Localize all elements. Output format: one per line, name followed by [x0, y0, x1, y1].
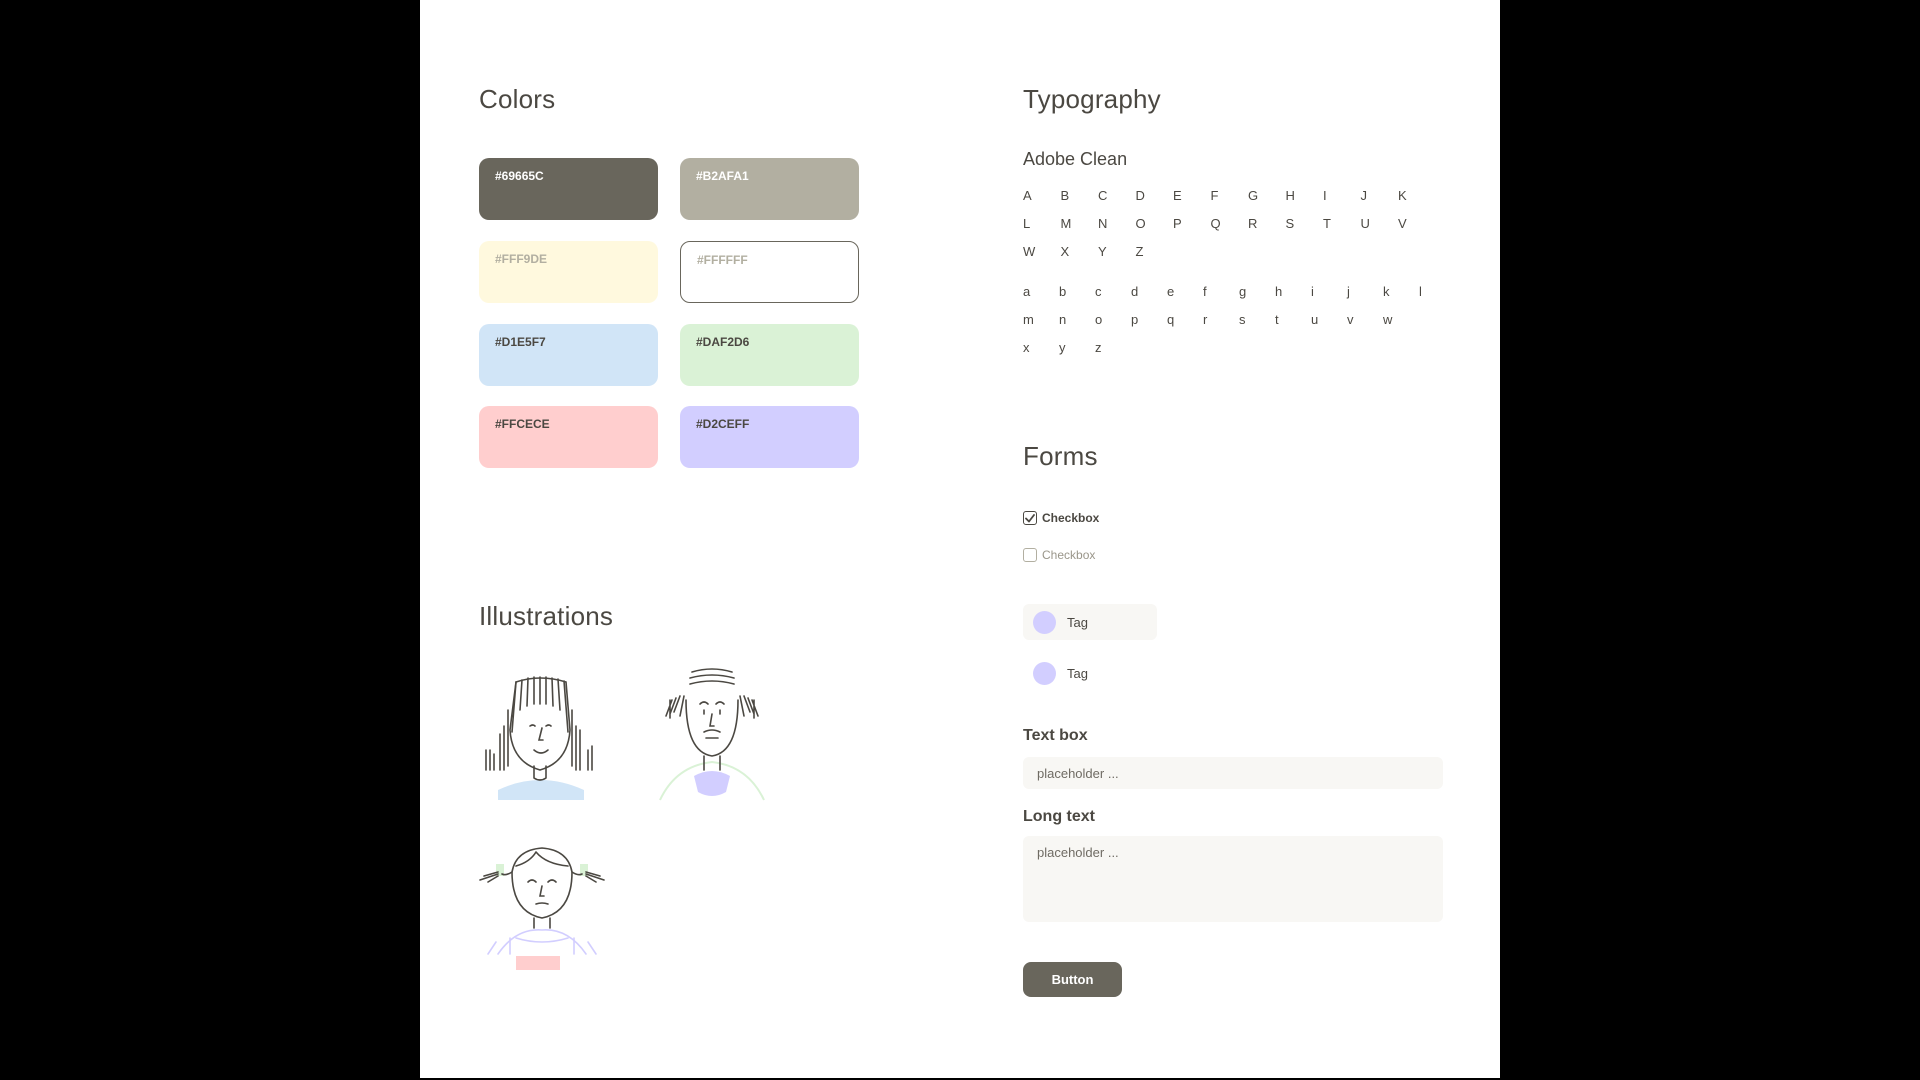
checkbox-unchecked-box[interactable] — [1023, 548, 1037, 562]
lowercase-glyph: t — [1275, 312, 1279, 327]
lowercase-glyph: m — [1023, 312, 1034, 327]
lowercase-glyph: o — [1095, 312, 1103, 327]
color-swatch-label: #FFCECE — [495, 417, 550, 431]
color-swatch: #D2CEFF — [680, 406, 859, 468]
lowercase-glyph: q — [1167, 312, 1175, 327]
uppercase-glyph: H — [1285, 188, 1295, 203]
uppercase-glyph: V — [1398, 216, 1407, 231]
style-guide-board: Colors #69665C #B2AFA1 #FFF9DE #FFFFFF #D1E5… — [420, 0, 1500, 1078]
color-swatch: #DAF2D6 — [680, 324, 859, 386]
uppercase-glyph: Q — [1210, 216, 1221, 231]
lowercase-glyph: r — [1203, 312, 1208, 327]
lowercase-glyph: j — [1347, 284, 1350, 299]
color-swatch-label: #FFF9DE — [495, 252, 548, 266]
uppercase-glyph: D — [1135, 188, 1145, 203]
lowercase-glyph: n — [1059, 312, 1067, 327]
uppercase-glyph: O — [1135, 216, 1146, 231]
color-swatch: #B2AFA1 — [680, 158, 859, 220]
tag-label: Tag — [1067, 614, 1088, 630]
uppercase-glyph: J — [1360, 188, 1368, 203]
checkbox-checked-box[interactable] — [1023, 511, 1037, 525]
text-box-input[interactable] — [1023, 757, 1443, 789]
uppercase-glyph: P — [1173, 216, 1182, 231]
uppercase-glyph: B — [1060, 188, 1070, 203]
color-swatch-label: #DAF2D6 — [696, 335, 750, 349]
bald-man-illustration — [659, 668, 765, 801]
color-swatch-label: #FFFFFF — [697, 253, 748, 267]
lowercase-glyph: d — [1131, 284, 1139, 299]
uppercase-glyph: F — [1210, 188, 1219, 203]
uppercase-glyph: G — [1248, 188, 1259, 203]
lowercase-glyph: g — [1239, 284, 1247, 299]
lowercase-glyph: w — [1383, 312, 1393, 327]
tag-label: Tag — [1067, 665, 1088, 681]
uppercase-glyph: S — [1285, 216, 1295, 231]
colors-title: Colors — [479, 84, 556, 114]
lowercase-glyph: s — [1239, 312, 1246, 327]
tag-dot-icon — [1033, 661, 1056, 685]
tag-dot-icon — [1033, 610, 1056, 634]
color-swatch-label: #D1E5F7 — [495, 335, 546, 349]
checkbox-checked-label: Checkbox — [1042, 511, 1100, 525]
uppercase-glyph: M — [1060, 216, 1072, 231]
lowercase-glyph: c — [1095, 284, 1102, 299]
girl-with-bangs-illustration — [485, 676, 593, 800]
uppercase-glyph: E — [1173, 188, 1182, 203]
tag-unselected[interactable]: Tag — [1023, 655, 1157, 691]
uppercase-glyph: R — [1248, 216, 1258, 231]
lowercase-glyph: p — [1131, 312, 1139, 327]
text-box-label: Text box — [1023, 727, 1088, 744]
lowercase-glyph: l — [1419, 284, 1422, 299]
checkbox-unchecked-label: Checkbox — [1042, 548, 1096, 562]
color-swatch-label: #B2AFA1 — [696, 169, 749, 183]
uppercase-glyph: K — [1398, 188, 1407, 203]
uppercase-glyph: W — [1023, 244, 1036, 259]
checkbox-checked[interactable]: Checkbox — [1023, 511, 1099, 525]
color-swatch-label: #69665C — [495, 169, 544, 183]
color-swatch: #FFFFFF — [680, 241, 859, 303]
lowercase-glyph: y — [1059, 340, 1066, 355]
illustrations-title: Illustrations — [479, 601, 614, 631]
lowercase-glyph: a — [1023, 284, 1031, 299]
checkmark-icon — [1025, 513, 1035, 522]
color-swatch-label: #D2CEFF — [696, 417, 750, 431]
font-name: Adobe Clean — [1023, 149, 1128, 169]
lowercase-glyph: z — [1095, 340, 1102, 355]
lowercase-glyph: x — [1023, 340, 1030, 355]
uppercase-glyph: A — [1023, 188, 1032, 203]
uppercase-glyph: Y — [1098, 244, 1107, 259]
color-swatch: #FFCECE — [479, 406, 658, 468]
checkbox-unchecked[interactable]: Checkbox — [1023, 548, 1095, 562]
lowercase-glyph: i — [1311, 284, 1314, 299]
color-swatch: #FFF9DE — [479, 241, 658, 303]
lowercase-glyph: u — [1311, 312, 1319, 327]
lowercase-glyph: h — [1275, 284, 1283, 299]
lowercase-glyph: e — [1167, 284, 1175, 299]
forms-title: Forms — [1023, 441, 1098, 471]
color-swatch: #D1E5F7 — [479, 324, 658, 386]
uppercase-glyph: X — [1060, 244, 1070, 259]
lowercase-glyph: v — [1347, 312, 1354, 327]
uppercase-glyph: I — [1323, 188, 1327, 203]
uppercase-glyph: U — [1360, 216, 1370, 231]
lowercase-glyph: f — [1203, 284, 1207, 299]
primary-button[interactable]: Button — [1023, 962, 1122, 997]
uppercase-glyph: Z — [1135, 244, 1144, 259]
long-text-input[interactable] — [1023, 836, 1443, 922]
lowercase-glyph: k — [1383, 284, 1390, 299]
lowercase-glyph: b — [1059, 284, 1067, 299]
uppercase-glyph: T — [1323, 216, 1331, 231]
uppercase-glyph: N — [1098, 216, 1108, 231]
typography-title: Typography — [1023, 84, 1161, 114]
color-swatch: #69665C — [479, 158, 658, 220]
long-text-label: Long text — [1023, 808, 1095, 825]
child-with-pigtails-illustration — [479, 847, 605, 970]
tag-selected[interactable]: Tag — [1023, 604, 1157, 640]
uppercase-glyph: L — [1023, 216, 1031, 231]
uppercase-glyph: C — [1098, 188, 1108, 203]
